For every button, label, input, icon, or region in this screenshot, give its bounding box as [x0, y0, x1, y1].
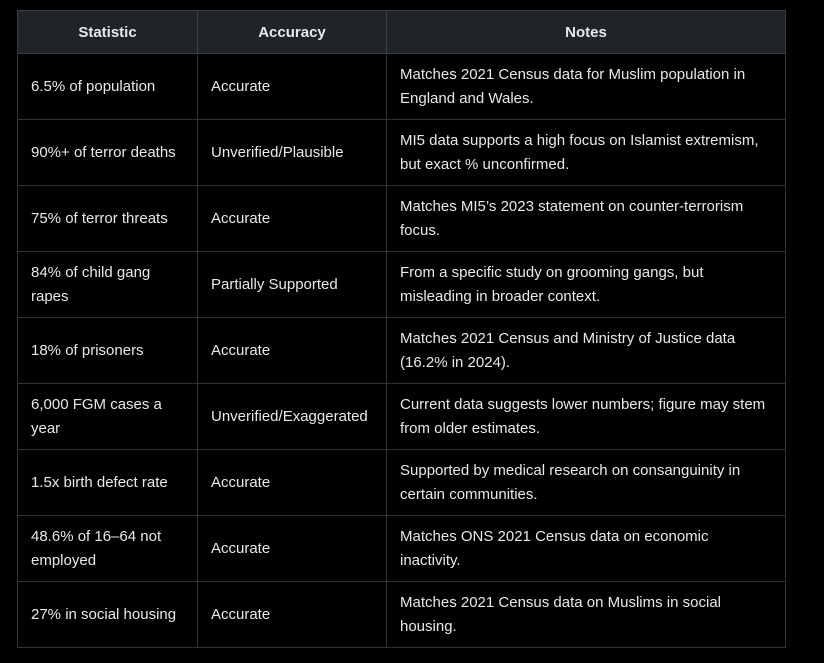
cell-notes: Matches 2021 Census data on Muslims in s… — [386, 581, 786, 648]
cell-accuracy: Accurate — [197, 581, 387, 648]
cell-statistic: 75% of terror threats — [17, 185, 198, 252]
column-header-statistic: Statistic — [17, 10, 198, 54]
cell-notes: MI5 data supports a high focus on Islami… — [386, 119, 786, 186]
cell-accuracy: Accurate — [197, 185, 387, 252]
table-row: 1.5x birth defect rate Accurate Supporte… — [17, 449, 786, 516]
column-header-accuracy: Accuracy — [197, 10, 387, 54]
cell-notes: Matches MI5’s 2023 statement on counter-… — [386, 185, 786, 252]
table-row: 75% of terror threats Accurate Matches M… — [17, 185, 786, 252]
cell-statistic: 90%+ of terror deaths — [17, 119, 198, 186]
column-header-notes: Notes — [386, 10, 786, 54]
table-row: 6.5% of population Accurate Matches 2021… — [17, 53, 786, 120]
cell-accuracy: Accurate — [197, 53, 387, 120]
table-row: 27% in social housing Accurate Matches 2… — [17, 581, 786, 648]
statistics-table: Statistic Accuracy Notes 6.5% of populat… — [17, 10, 786, 648]
cell-statistic: 6,000 FGM cases a year — [17, 383, 198, 450]
cell-statistic: 1.5x birth defect rate — [17, 449, 198, 516]
cell-accuracy: Partially Supported — [197, 251, 387, 318]
cell-accuracy: Unverified/Exaggerated — [197, 383, 387, 450]
table-row: 90%+ of terror deaths Unverified/Plausib… — [17, 119, 786, 186]
cell-statistic: 27% in social housing — [17, 581, 198, 648]
cell-accuracy: Accurate — [197, 515, 387, 582]
cell-accuracy: Unverified/Plausible — [197, 119, 387, 186]
cell-notes: From a specific study on grooming gangs,… — [386, 251, 786, 318]
cell-notes: Matches ONS 2021 Census data on economic… — [386, 515, 786, 582]
cell-notes: Matches 2021 Census data for Muslim popu… — [386, 53, 786, 120]
table-header-row: Statistic Accuracy Notes — [17, 10, 786, 54]
statistics-table-container: Statistic Accuracy Notes 6.5% of populat… — [17, 10, 786, 648]
cell-statistic: 18% of prisoners — [17, 317, 198, 384]
cell-statistic: 84% of child gang rapes — [17, 251, 198, 318]
cell-statistic: 6.5% of population — [17, 53, 198, 120]
table-row: 84% of child gang rapes Partially Suppor… — [17, 251, 786, 318]
table-row: 18% of prisoners Accurate Matches 2021 C… — [17, 317, 786, 384]
cell-notes: Current data suggests lower numbers; fig… — [386, 383, 786, 450]
cell-statistic: 48.6% of 16–64 not employed — [17, 515, 198, 582]
table-row: 48.6% of 16–64 not employed Accurate Mat… — [17, 515, 786, 582]
cell-notes: Matches 2021 Census and Ministry of Just… — [386, 317, 786, 384]
cell-notes: Supported by medical research on consang… — [386, 449, 786, 516]
cell-accuracy: Accurate — [197, 449, 387, 516]
table-row: 6,000 FGM cases a year Unverified/Exagge… — [17, 383, 786, 450]
cell-accuracy: Accurate — [197, 317, 387, 384]
